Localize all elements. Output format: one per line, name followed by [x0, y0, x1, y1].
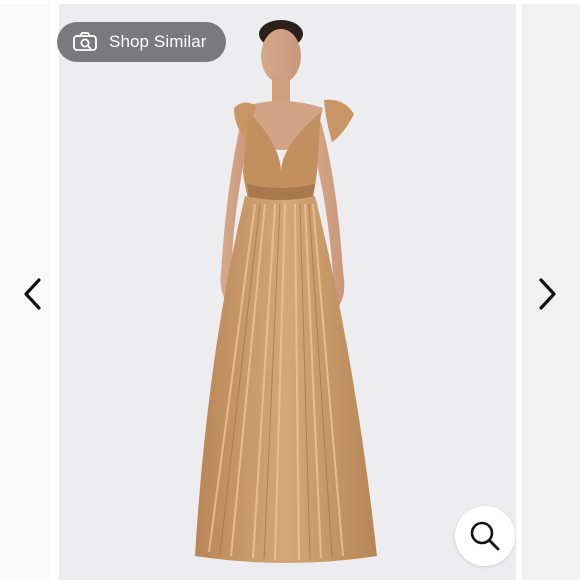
next-image-button[interactable]: [532, 274, 562, 314]
current-slide[interactable]: [59, 4, 516, 580]
camera-search-icon: [73, 32, 97, 51]
chevron-left-icon: [24, 278, 41, 310]
shop-similar-label: Shop Similar: [109, 32, 207, 51]
product-photo-gold-sequin-gown: [195, 20, 377, 563]
previous-image-button[interactable]: [18, 274, 48, 314]
product-image-carousel: Shop Similar: [0, 0, 580, 580]
shop-similar-button[interactable]: Shop Similar: [57, 22, 226, 62]
zoom-button[interactable]: [455, 506, 515, 566]
magnifier-icon: [470, 521, 500, 551]
chevron-right-icon: [539, 278, 556, 310]
